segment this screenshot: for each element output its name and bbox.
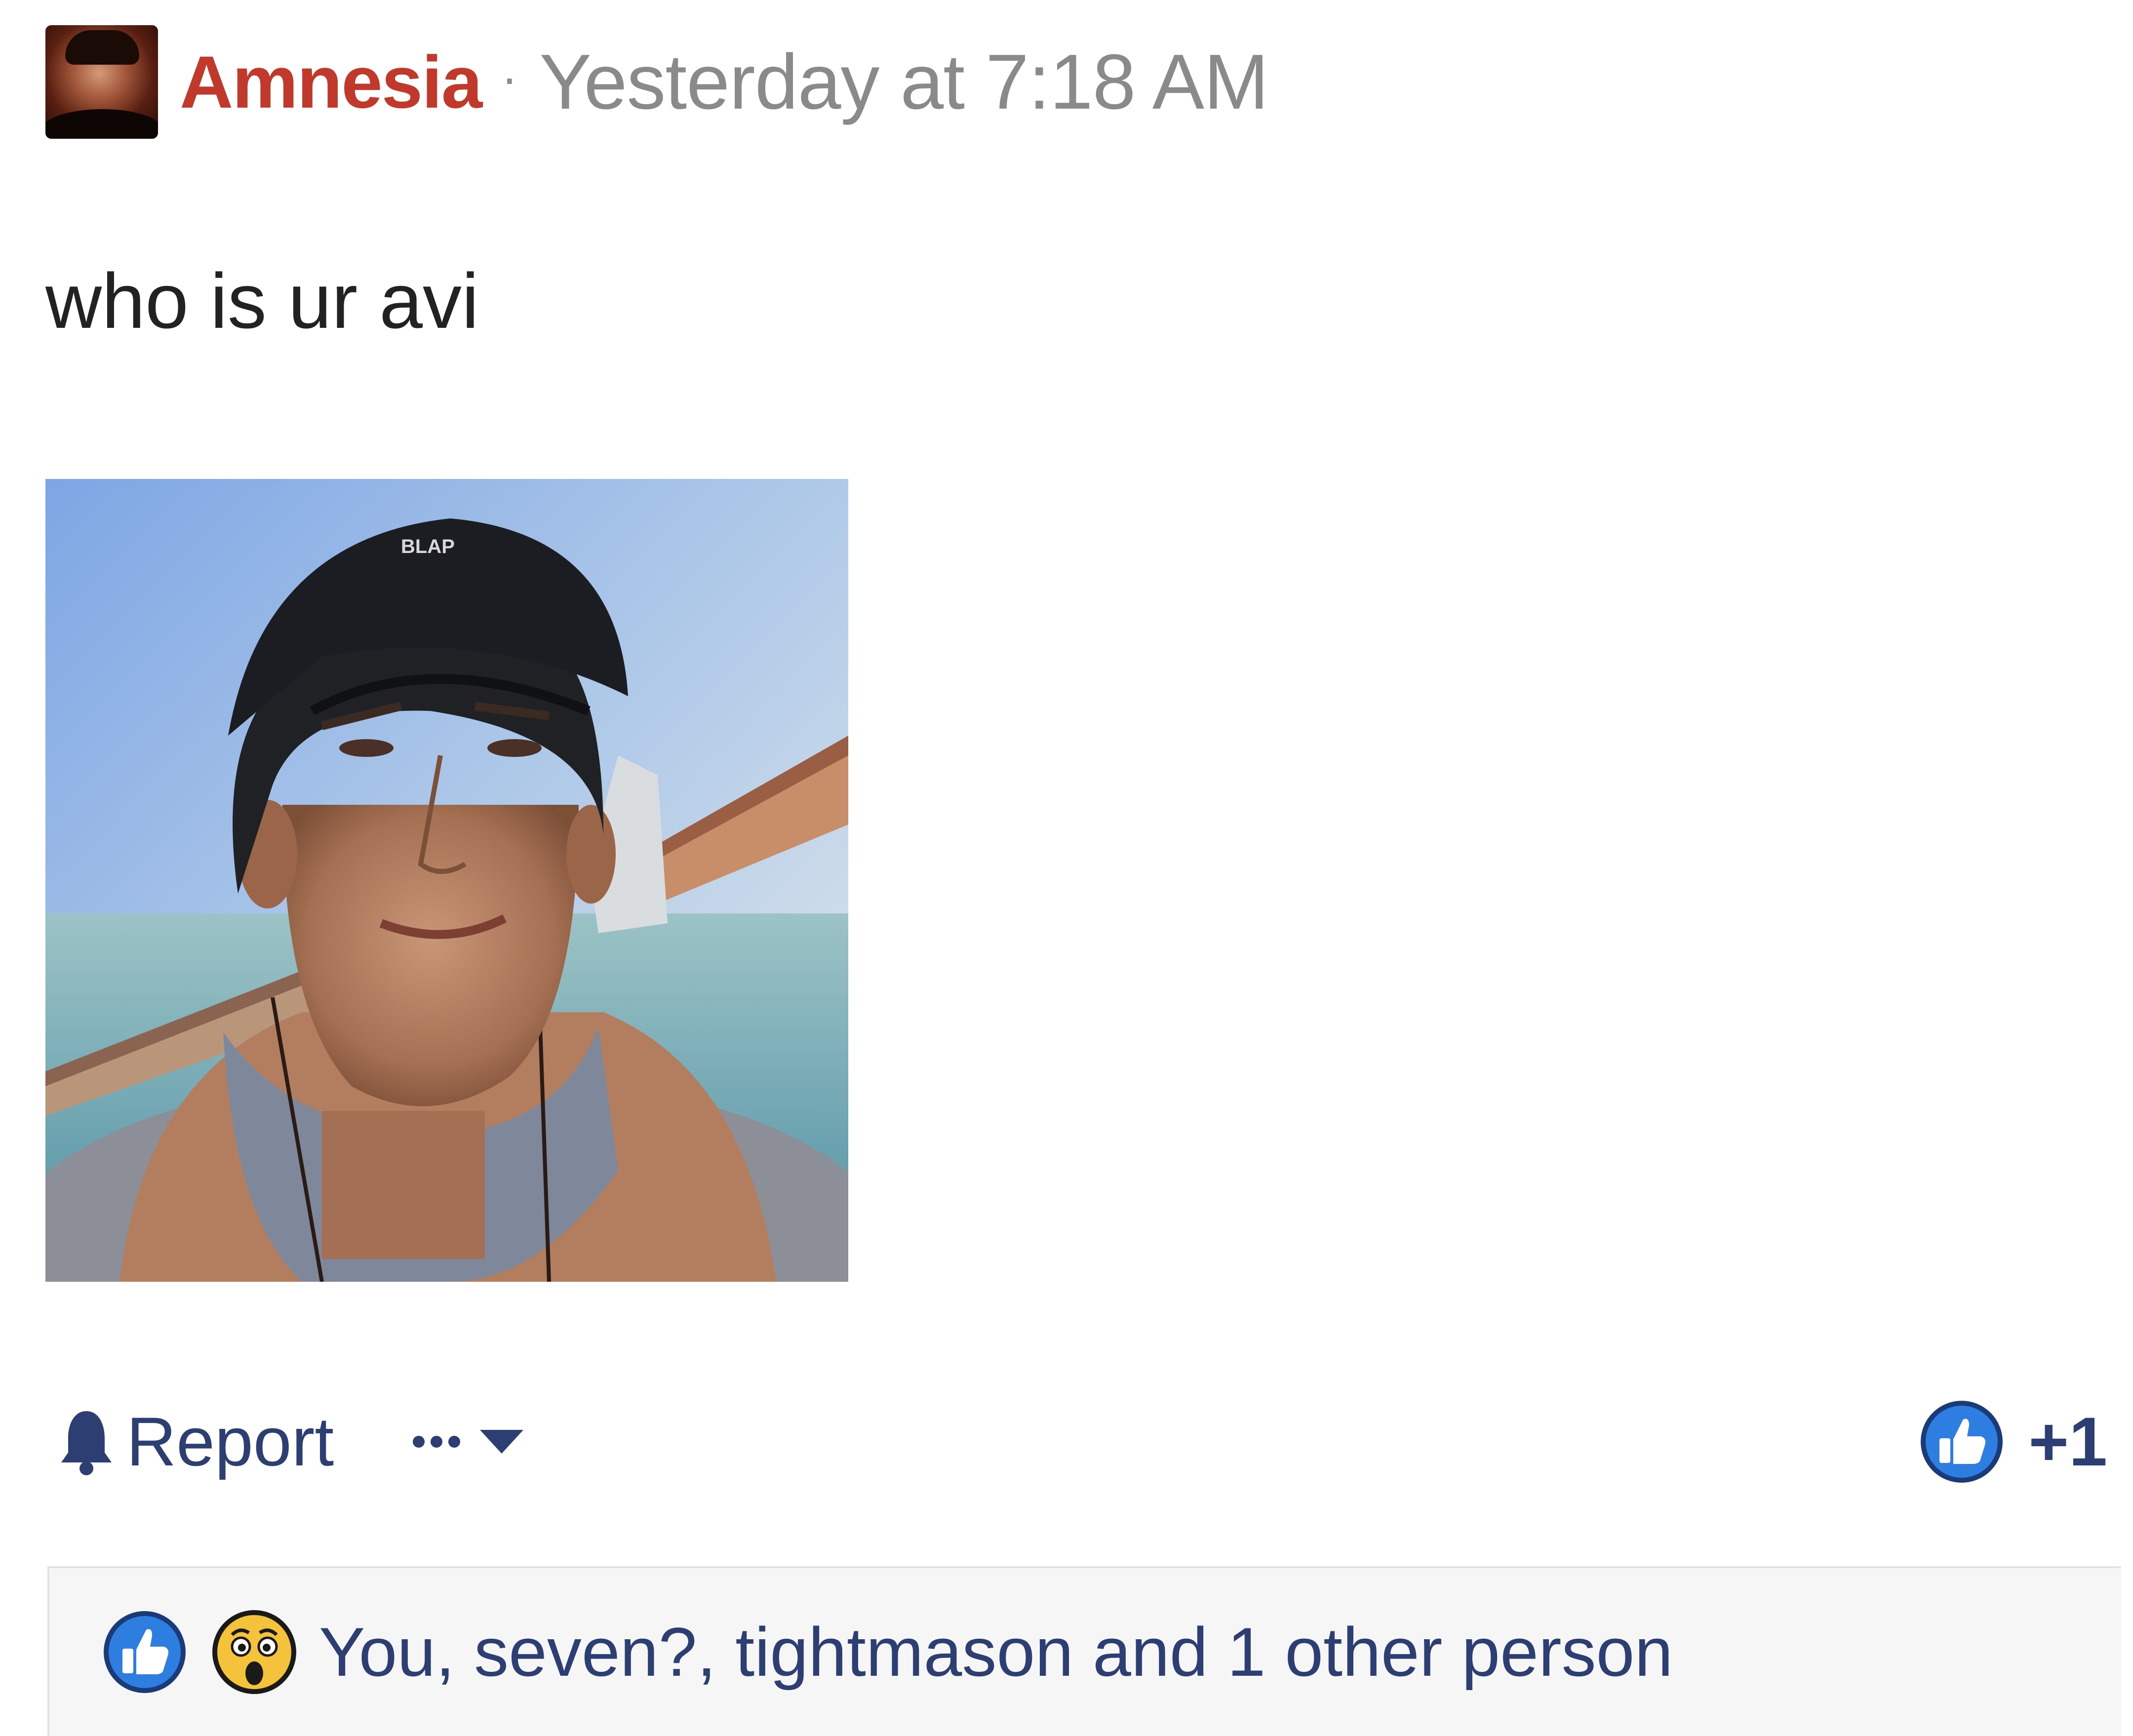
- like-count: +1: [2028, 1403, 2107, 1480]
- reactions-summary[interactable]: You, seven?, tightmason and 1 other pers…: [47, 1566, 2121, 1736]
- avatar[interactable]: [45, 25, 158, 139]
- post-timestamp[interactable]: Yesterday at 7:18 AM: [540, 38, 1269, 127]
- separator-dot: ·: [501, 50, 518, 106]
- thumbs-up-icon[interactable]: [1920, 1400, 2004, 1484]
- more-options-button[interactable]: [413, 1430, 524, 1454]
- chevron-down-icon: [480, 1430, 524, 1454]
- report-link[interactable]: Report: [126, 1402, 334, 1482]
- post-actions: Report: [59, 1402, 524, 1482]
- ellipsis-icon: [413, 1436, 461, 1448]
- post-header: Amnesia · Yesterday at 7:18 AM: [45, 25, 1269, 139]
- like-reaction-icon: [104, 1611, 186, 1693]
- like-counter[interactable]: +1: [1920, 1397, 2107, 1486]
- author-name[interactable]: Amnesia: [180, 39, 482, 125]
- wow-reaction-icon: [212, 1610, 296, 1694]
- cap-text: BLAP: [401, 536, 455, 557]
- avatar-shoulder: [45, 109, 158, 139]
- reactions-text[interactable]: You, seven?, tightmason and 1 other pers…: [319, 1612, 1673, 1692]
- post-text: who is ur avi: [45, 258, 479, 345]
- bell-icon[interactable]: [59, 1407, 114, 1476]
- selfie-image: BLAP: [45, 479, 848, 1282]
- post-photo[interactable]: BLAP: [45, 479, 848, 1282]
- avatar-hair: [65, 30, 139, 65]
